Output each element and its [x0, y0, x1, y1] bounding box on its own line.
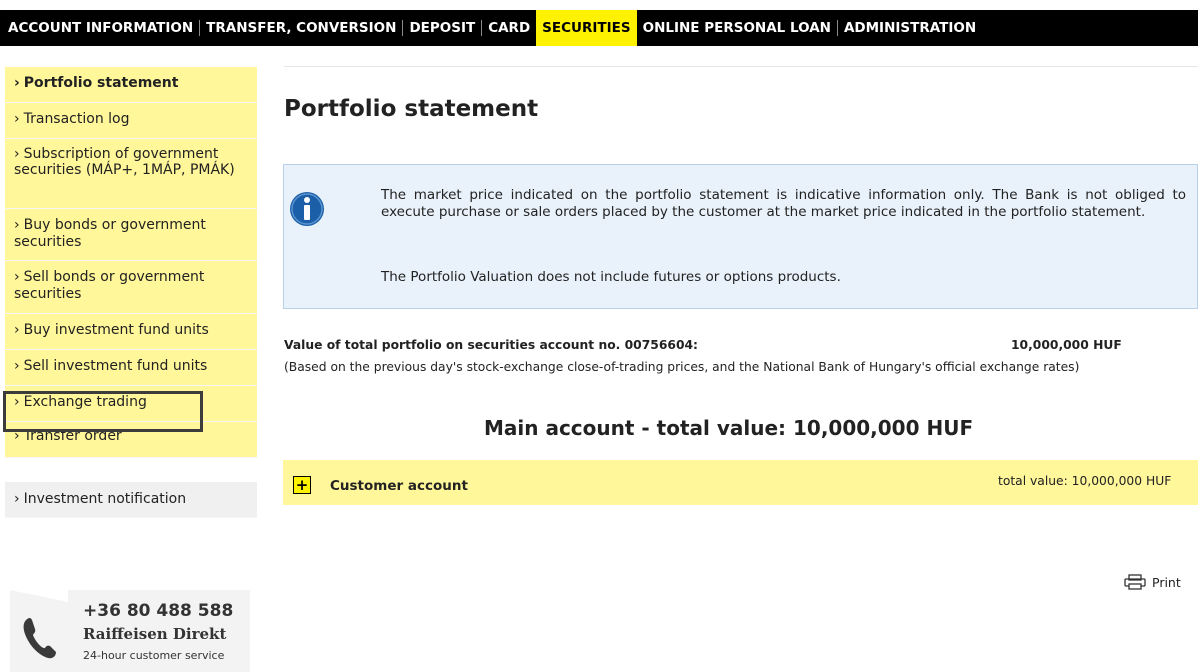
sidebar-item-label: Buy bonds or government securities — [14, 217, 206, 250]
nav-administration[interactable]: ADMINISTRATION — [838, 10, 982, 46]
customer-account-total: total value: 10,000,000 HUF — [998, 474, 1172, 488]
nav-online-personal-loan[interactable]: ONLINE PERSONAL LOAN — [637, 10, 837, 46]
sidebar-item-subscription-government-securities[interactable]: › Subscription of government securities (… — [5, 139, 257, 209]
chevron-right-icon: › — [14, 217, 20, 233]
sidebar-item-buy-bonds[interactable]: › Buy bonds or government securities — [5, 209, 257, 261]
top-navigation: ACCOUNT INFORMATION TRANSFER, CONVERSION… — [0, 10, 1198, 46]
nav-account-information[interactable]: ACCOUNT INFORMATION — [7, 10, 199, 46]
portfolio-value-note: (Based on the previous day's stock-excha… — [284, 360, 1080, 374]
chevron-right-icon: › — [14, 75, 20, 91]
sidebar-item-label: Portfolio statement — [23, 75, 179, 91]
sidebar-item-buy-investment-fund-units[interactable]: › Buy investment fund units — [5, 314, 257, 350]
chevron-right-icon: › — [14, 322, 20, 338]
customer-account-name[interactable]: Customer account — [330, 478, 468, 494]
print-label: Print — [1152, 574, 1181, 590]
printer-icon — [1124, 574, 1146, 590]
chevron-right-icon: › — [14, 146, 20, 162]
sidebar-item-label: Sell bonds or government securities — [14, 269, 205, 302]
contact-phone-number[interactable]: +36 80 488 588 — [83, 601, 233, 621]
sidebar-item-sell-bonds[interactable]: › Sell bonds or government securities — [5, 261, 257, 314]
info-icon — [290, 192, 324, 226]
contact-service-hours: 24-hour customer service — [83, 649, 225, 662]
portfolio-value-label: Value of total portfolio on securities a… — [284, 338, 698, 352]
sidebar-item-sell-investment-fund-units[interactable]: › Sell investment fund units — [5, 350, 257, 386]
contact-box-fold — [10, 590, 68, 602]
chevron-right-icon: › — [14, 491, 20, 507]
sidebar-item-portfolio-statement[interactable]: › Portfolio statement — [5, 67, 257, 103]
telephone-icon — [23, 618, 56, 659]
nav-securities[interactable]: SECURITIES — [536, 10, 637, 46]
sidebar-item-label: Sell investment fund units — [23, 358, 208, 374]
main-account-total: Main account - total value: 10,000,000 H… — [484, 416, 974, 440]
divider — [284, 66, 1198, 67]
sidebar-item-label: Subscription of government securities (M… — [14, 146, 235, 178]
sidebar: › Portfolio statement › Transaction log › S… — [5, 67, 257, 518]
nav-card[interactable]: CARD — [482, 10, 536, 46]
info-text-valuation-note: The Portfolio Valuation does not include… — [381, 269, 841, 285]
info-text-disclaimer: The market price indicated on the portfo… — [381, 187, 1186, 220]
page-title: Portfolio statement — [284, 96, 539, 122]
sidebar-item-label: Buy investment fund units — [23, 322, 209, 338]
sidebar-item-investment-notification[interactable]: › Investment notification — [5, 482, 257, 518]
print-button[interactable]: Print — [1124, 574, 1181, 590]
highlight-box — [3, 391, 203, 432]
sidebar-item-label: Investment notification — [23, 491, 187, 507]
info-box — [283, 164, 1198, 309]
chevron-right-icon: › — [14, 269, 20, 285]
chevron-right-icon: › — [14, 358, 20, 374]
contact-name: Raiffeisen Direkt — [83, 625, 227, 643]
portfolio-value-amount: 10,000,000 HUF — [1011, 338, 1122, 352]
chevron-right-icon: › — [14, 111, 20, 127]
sidebar-item-transaction-log[interactable]: › Transaction log — [5, 103, 257, 139]
sidebar-item-label: Transaction log — [23, 111, 130, 127]
expand-account-button[interactable]: + — [293, 476, 311, 494]
nav-transfer-conversion[interactable]: TRANSFER, CONVERSION — [200, 10, 402, 46]
nav-deposit[interactable]: DEPOSIT — [403, 10, 481, 46]
